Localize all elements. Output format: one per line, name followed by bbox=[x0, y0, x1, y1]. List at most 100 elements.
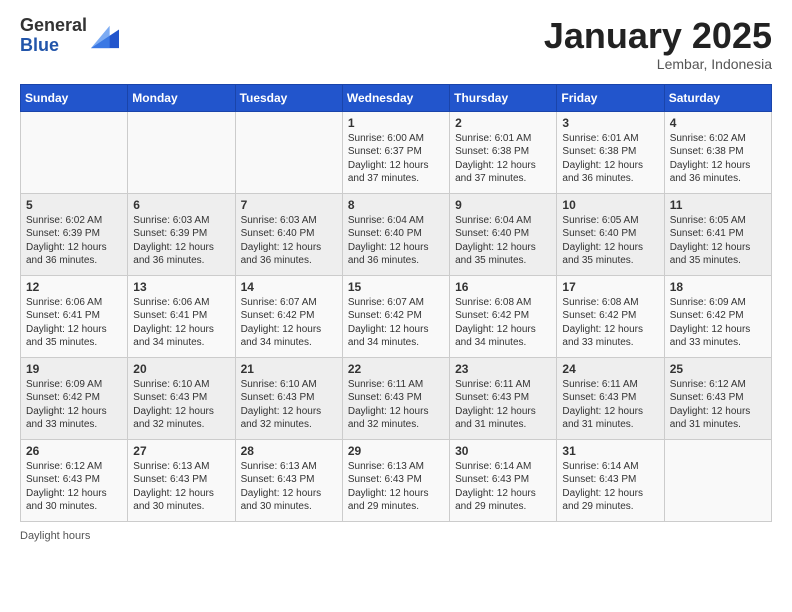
day-number: 9 bbox=[455, 198, 551, 212]
day-info: Sunrise: 6:05 AM Sunset: 6:40 PM Dayligh… bbox=[562, 214, 658, 268]
header-cell-saturday: Saturday bbox=[664, 84, 771, 111]
calendar-cell: 16 Sunrise: 6:08 AM Sunset: 6:42 PM Dayli… bbox=[450, 275, 557, 357]
day-info: Sunrise: 6:00 AM Sunset: 6:37 PM Dayligh… bbox=[348, 132, 444, 186]
day-number: 15 bbox=[348, 280, 444, 294]
day-info: Sunrise: 6:11 AM Sunset: 6:43 PM Dayligh… bbox=[348, 378, 444, 432]
calendar-cell: 9 Sunrise: 6:04 AM Sunset: 6:40 PM Daylig… bbox=[450, 193, 557, 275]
calendar-table: SundayMondayTuesdayWednesdayThursdayFrid… bbox=[20, 84, 772, 522]
calendar-cell: 12 Sunrise: 6:06 AM Sunset: 6:41 PM Dayli… bbox=[21, 275, 128, 357]
calendar-cell: 17 Sunrise: 6:08 AM Sunset: 6:42 PM Dayli… bbox=[557, 275, 664, 357]
day-number: 25 bbox=[670, 362, 766, 376]
calendar-cell: 31 Sunrise: 6:14 AM Sunset: 6:43 PM Dayli… bbox=[557, 439, 664, 521]
day-info: Sunrise: 6:11 AM Sunset: 6:43 PM Dayligh… bbox=[455, 378, 551, 432]
header-cell-monday: Monday bbox=[128, 84, 235, 111]
day-info: Sunrise: 6:14 AM Sunset: 6:43 PM Dayligh… bbox=[455, 460, 551, 514]
header-cell-tuesday: Tuesday bbox=[235, 84, 342, 111]
week-row: 12 Sunrise: 6:06 AM Sunset: 6:41 PM Dayli… bbox=[21, 275, 772, 357]
header-cell-thursday: Thursday bbox=[450, 84, 557, 111]
day-number: 4 bbox=[670, 116, 766, 130]
day-info: Sunrise: 6:08 AM Sunset: 6:42 PM Dayligh… bbox=[562, 296, 658, 350]
calendar-cell: 27Sunrise: 6:13 AM Sunset: 6:43 PM Dayli… bbox=[128, 439, 235, 521]
day-number: 2 bbox=[455, 116, 551, 130]
calendar-cell: 18Sunrise: 6:09 AM Sunset: 6:42 PM Dayli… bbox=[664, 275, 771, 357]
logo: General Blue bbox=[20, 16, 119, 56]
day-number: 16 bbox=[455, 280, 551, 294]
day-info: Sunrise: 6:08 AM Sunset: 6:42 PM Dayligh… bbox=[455, 296, 551, 350]
calendar-cell: 22Sunrise: 6:11 AM Sunset: 6:43 PM Dayli… bbox=[342, 357, 449, 439]
day-info: Sunrise: 6:12 AM Sunset: 6:43 PM Dayligh… bbox=[26, 460, 122, 514]
day-info: Sunrise: 6:14 AM Sunset: 6:43 PM Dayligh… bbox=[562, 460, 658, 514]
calendar-cell: 20Sunrise: 6:10 AM Sunset: 6:43 PM Dayli… bbox=[128, 357, 235, 439]
day-number: 27 bbox=[133, 444, 229, 458]
day-number: 1 bbox=[348, 116, 444, 130]
calendar-cell: 28Sunrise: 6:13 AM Sunset: 6:43 PM Dayli… bbox=[235, 439, 342, 521]
header-cell-wednesday: Wednesday bbox=[342, 84, 449, 111]
calendar-cell: 30 Sunrise: 6:14 AM Sunset: 6:43 PM Dayli… bbox=[450, 439, 557, 521]
day-number: 12 bbox=[26, 280, 122, 294]
day-number: 3 bbox=[562, 116, 658, 130]
logo-general: General bbox=[20, 16, 87, 36]
day-info: Sunrise: 6:01 AM Sunset: 6:38 PM Dayligh… bbox=[455, 132, 551, 186]
day-info: Sunrise: 6:12 AM Sunset: 6:43 PM Dayligh… bbox=[670, 378, 766, 432]
calendar-cell bbox=[128, 111, 235, 193]
day-info: Sunrise: 6:06 AM Sunset: 6:41 PM Dayligh… bbox=[26, 296, 122, 350]
day-info: Sunrise: 6:11 AM Sunset: 6:43 PM Dayligh… bbox=[562, 378, 658, 432]
day-info: Sunrise: 6:02 AM Sunset: 6:38 PM Dayligh… bbox=[670, 132, 766, 186]
day-number: 17 bbox=[562, 280, 658, 294]
calendar-cell: 10 Sunrise: 6:05 AM Sunset: 6:40 PM Dayli… bbox=[557, 193, 664, 275]
header-row: SundayMondayTuesdayWednesdayThursdayFrid… bbox=[21, 84, 772, 111]
calendar-cell: 23 Sunrise: 6:11 AM Sunset: 6:43 PM Dayli… bbox=[450, 357, 557, 439]
day-number: 8 bbox=[348, 198, 444, 212]
calendar-cell: 7Sunrise: 6:03 AM Sunset: 6:40 PM Daylig… bbox=[235, 193, 342, 275]
calendar-cell: 13Sunrise: 6:06 AM Sunset: 6:41 PM Dayli… bbox=[128, 275, 235, 357]
day-number: 23 bbox=[455, 362, 551, 376]
day-number: 10 bbox=[562, 198, 658, 212]
day-number: 6 bbox=[133, 198, 229, 212]
calendar-cell: 2 Sunrise: 6:01 AM Sunset: 6:38 PM Daylig… bbox=[450, 111, 557, 193]
subtitle: Lembar, Indonesia bbox=[544, 56, 772, 72]
header-cell-sunday: Sunday bbox=[21, 84, 128, 111]
calendar-cell: 3 Sunrise: 6:01 AM Sunset: 6:38 PM Daylig… bbox=[557, 111, 664, 193]
day-number: 31 bbox=[562, 444, 658, 458]
day-info: Sunrise: 6:07 AM Sunset: 6:42 PM Dayligh… bbox=[241, 296, 337, 350]
calendar-cell: 5 Sunrise: 6:02 AM Sunset: 6:39 PM Daylig… bbox=[21, 193, 128, 275]
day-info: Sunrise: 6:10 AM Sunset: 6:43 PM Dayligh… bbox=[133, 378, 229, 432]
day-info: Sunrise: 6:09 AM Sunset: 6:42 PM Dayligh… bbox=[670, 296, 766, 350]
day-info: Sunrise: 6:10 AM Sunset: 6:43 PM Dayligh… bbox=[241, 378, 337, 432]
week-row: 19Sunrise: 6:09 AM Sunset: 6:42 PM Dayli… bbox=[21, 357, 772, 439]
day-number: 29 bbox=[348, 444, 444, 458]
day-number: 30 bbox=[455, 444, 551, 458]
day-info: Sunrise: 6:04 AM Sunset: 6:40 PM Dayligh… bbox=[455, 214, 551, 268]
title-area: January 2025 Lembar, Indonesia bbox=[544, 16, 772, 72]
day-number: 13 bbox=[133, 280, 229, 294]
day-info: Sunrise: 6:07 AM Sunset: 6:42 PM Dayligh… bbox=[348, 296, 444, 350]
day-info: Sunrise: 6:02 AM Sunset: 6:39 PM Dayligh… bbox=[26, 214, 122, 268]
calendar-cell: 19Sunrise: 6:09 AM Sunset: 6:42 PM Dayli… bbox=[21, 357, 128, 439]
calendar-cell: 26 Sunrise: 6:12 AM Sunset: 6:43 PM Dayli… bbox=[21, 439, 128, 521]
day-number: 5 bbox=[26, 198, 122, 212]
logo-text: General Blue bbox=[20, 16, 87, 56]
week-row: 26 Sunrise: 6:12 AM Sunset: 6:43 PM Dayli… bbox=[21, 439, 772, 521]
logo-blue: Blue bbox=[20, 35, 59, 55]
day-number: 21 bbox=[241, 362, 337, 376]
calendar-cell bbox=[235, 111, 342, 193]
month-title: January 2025 bbox=[544, 16, 772, 56]
day-info: Sunrise: 6:03 AM Sunset: 6:39 PM Dayligh… bbox=[133, 214, 229, 268]
calendar-cell: 4 Sunrise: 6:02 AM Sunset: 6:38 PM Daylig… bbox=[664, 111, 771, 193]
day-info: Sunrise: 6:01 AM Sunset: 6:38 PM Dayligh… bbox=[562, 132, 658, 186]
calendar-cell: 8Sunrise: 6:04 AM Sunset: 6:40 PM Daylig… bbox=[342, 193, 449, 275]
calendar-cell bbox=[664, 439, 771, 521]
calendar-cell: 25 Sunrise: 6:12 AM Sunset: 6:43 PM Dayli… bbox=[664, 357, 771, 439]
week-row: 1 Sunrise: 6:00 AM Sunset: 6:37 PM Daylig… bbox=[21, 111, 772, 193]
day-number: 11 bbox=[670, 198, 766, 212]
calendar-cell: 15 Sunrise: 6:07 AM Sunset: 6:42 PM Dayli… bbox=[342, 275, 449, 357]
day-number: 26 bbox=[26, 444, 122, 458]
calendar-cell: 6 Sunrise: 6:03 AM Sunset: 6:39 PM Daylig… bbox=[128, 193, 235, 275]
logo-icon bbox=[91, 22, 119, 50]
day-info: Sunrise: 6:13 AM Sunset: 6:43 PM Dayligh… bbox=[241, 460, 337, 514]
daylight-label: Daylight hours bbox=[20, 530, 90, 542]
page: General Blue January 2025 Lembar, Indone… bbox=[0, 0, 792, 558]
calendar-cell bbox=[21, 111, 128, 193]
day-number: 24 bbox=[562, 362, 658, 376]
calendar-cell: 21 Sunrise: 6:10 AM Sunset: 6:43 PM Dayli… bbox=[235, 357, 342, 439]
